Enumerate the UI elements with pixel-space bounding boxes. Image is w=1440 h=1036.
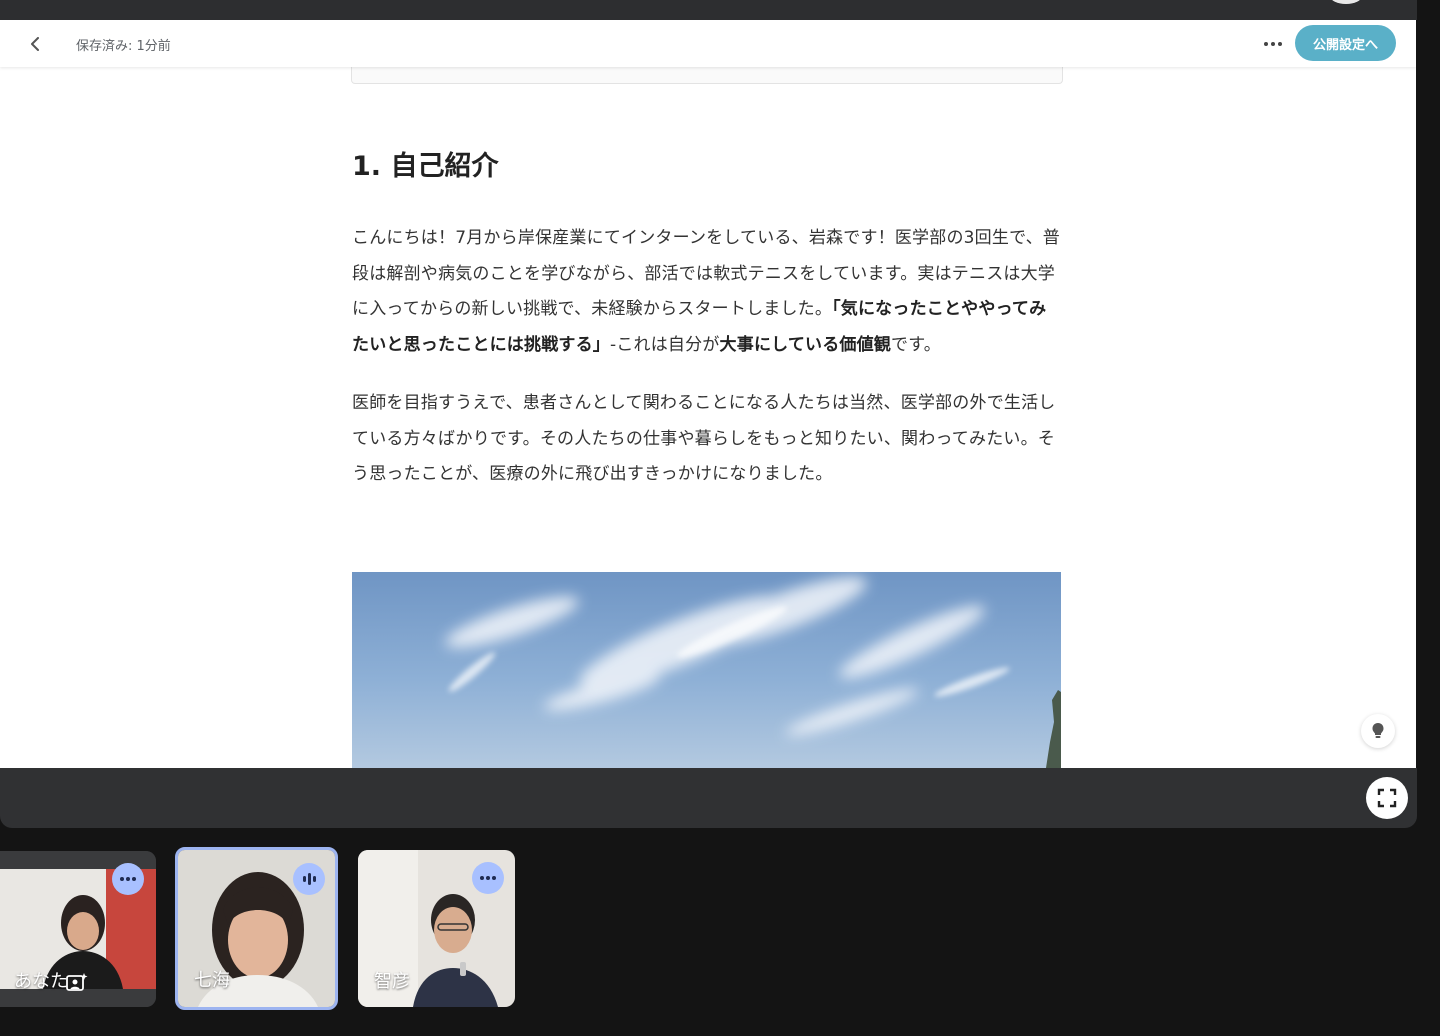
presentation-control-bar: [0, 768, 1417, 828]
meet-top-strip: [0, 0, 1417, 20]
paragraph-intro: こんにちは！7月から岸保産業にてインターンをしている、岩森です！医学部の3回生で…: [352, 221, 1062, 363]
participant-name: 智彦: [374, 971, 410, 992]
more-button[interactable]: [1258, 32, 1288, 56]
tips-button[interactable]: [1361, 714, 1395, 748]
visual-effects-button[interactable]: [66, 971, 88, 993]
back-chevron-icon: [31, 37, 39, 51]
section-heading: 1. 自己紹介: [352, 151, 499, 182]
editor-header: 保存済み: 1分前 公開設定へ: [0, 20, 1416, 67]
more-dots-icon: [1278, 42, 1282, 46]
visual-effects-icon: [66, 973, 88, 991]
speaking-indicator[interactable]: [293, 863, 325, 895]
tile-menu-button[interactable]: [472, 862, 504, 894]
participant-tile-speaking[interactable]: 七海: [175, 847, 338, 1010]
sky-photo: [352, 572, 1061, 768]
more-dots-icon: [1264, 42, 1268, 46]
more-dots-icon: [120, 877, 124, 881]
more-dots-icon: [1271, 42, 1275, 46]
save-status: 保存済み: 1分前: [76, 39, 171, 54]
participant-name: あなた: [14, 971, 68, 992]
lightbulb-icon: [1372, 723, 1384, 738]
paragraph-motivation: 医師を目指すうえで、患者さんとして関わることになる人たちは当然、医学部の外で生活…: [352, 393, 1056, 484]
avatar: [1330, 0, 1362, 4]
back-button[interactable]: [22, 31, 48, 57]
article-body[interactable]: 1. 自己紹介 こんにちは！7月から岸保産業にてインターンをしている、岩森です！…: [352, 146, 1062, 493]
emphasis-text: 大事にしている価値観: [719, 334, 892, 355]
body-text: です。: [891, 334, 941, 355]
shared-screen: 保存済み: 1分前 公開設定へ 1. 自己紹介 こんにちは！7月から岸保産業にて…: [0, 20, 1416, 768]
fullscreen-button[interactable]: [1366, 777, 1408, 819]
more-dots-icon: [480, 876, 484, 880]
participant-tile[interactable]: 智彦: [358, 850, 515, 1007]
fullscreen-icon: [1377, 788, 1397, 808]
participant-name: 七海: [194, 970, 230, 991]
publish-settings-button[interactable]: 公開設定へ: [1295, 25, 1396, 61]
participant-tile-self[interactable]: あなた: [0, 851, 156, 1007]
right-gutter: [1417, 0, 1440, 828]
speaking-bars-icon: [302, 873, 316, 885]
tile-menu-button[interactable]: [112, 863, 144, 895]
body-text: -これは自分が: [610, 334, 720, 355]
